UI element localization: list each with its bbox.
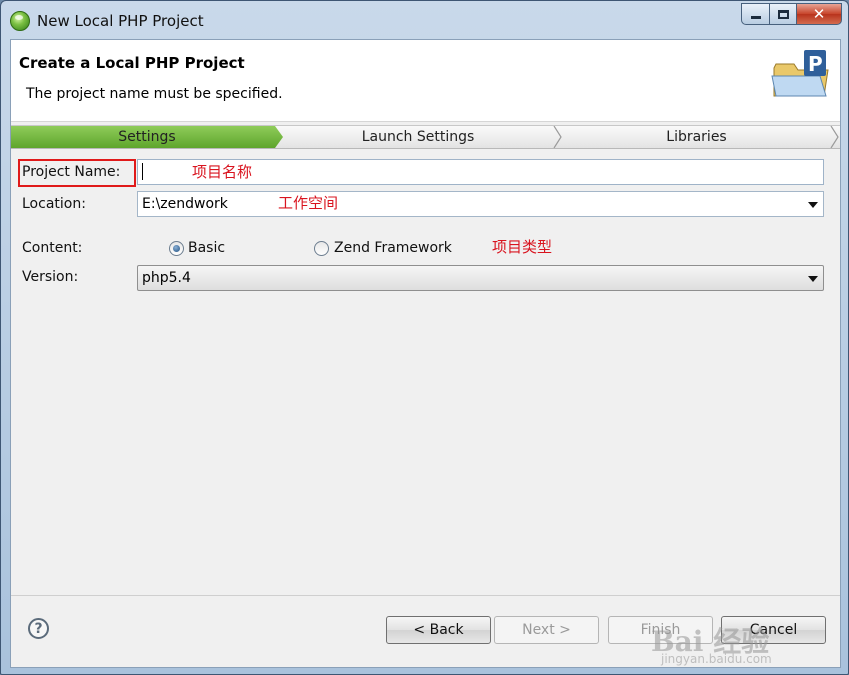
window-title: New Local PHP Project: [37, 12, 204, 30]
baidu-watermark-url: jingyan.baidu.com: [661, 652, 772, 666]
text-caret: [142, 163, 143, 180]
step-settings[interactable]: Settings: [11, 126, 283, 148]
content-basic-radio[interactable]: [169, 241, 184, 256]
help-icon[interactable]: ?: [28, 618, 49, 639]
dropdown-arrow-icon[interactable]: [808, 202, 818, 208]
maximize-button[interactable]: [769, 3, 796, 25]
content-zend-framework-label[interactable]: Zend Framework: [334, 240, 452, 256]
version-label: Version:: [22, 269, 79, 285]
back-button[interactable]: < Back: [386, 616, 491, 644]
step-launch-settings-label: Launch Settings: [361, 129, 475, 145]
version-value: php5.4: [142, 270, 191, 286]
annotation-workspace: 工作空间: [278, 194, 339, 212]
location-combo[interactable]: E:\zendwork: [137, 191, 824, 217]
window-controls: ✕: [741, 3, 842, 25]
step-settings-label: Settings: [118, 129, 176, 145]
location-label: Location:: [22, 196, 86, 212]
wizard-steps-bar: Settings Launch Settings Libraries: [11, 125, 840, 149]
zend-studio-app-icon: [10, 11, 30, 31]
location-value: E:\zendwork: [142, 196, 228, 212]
dialog-window: New Local PHP Project ✕ Create a Local P…: [0, 0, 849, 675]
step-libraries-label: Libraries: [666, 129, 727, 145]
maximize-icon: [777, 9, 789, 19]
title-bar[interactable]: New Local PHP Project ✕: [1, 1, 848, 39]
content-basic-label[interactable]: Basic: [188, 240, 225, 256]
wizard-message: The project name must be specified.: [26, 86, 283, 102]
annotation-project-type: 项目类型: [492, 238, 553, 256]
step-libraries[interactable]: Libraries: [553, 126, 840, 148]
wizard-header: Create a Local PHP Project The project n…: [11, 40, 840, 122]
next-button[interactable]: Next >: [494, 616, 599, 644]
step-launch-settings[interactable]: Launch Settings: [283, 126, 553, 148]
wizard-title: Create a Local PHP Project: [19, 54, 245, 72]
project-name-label: Project Name:: [22, 164, 121, 180]
button-bar-separator: [11, 595, 840, 596]
php-project-wizard-icon: P: [771, 50, 829, 97]
minimize-button[interactable]: [741, 3, 769, 25]
annotation-project-name: 项目名称: [192, 163, 253, 181]
svg-text:P: P: [808, 52, 823, 76]
version-select[interactable]: php5.4: [137, 265, 824, 291]
step-separator-icon: [830, 126, 839, 148]
dropdown-arrow-icon[interactable]: [808, 276, 818, 282]
content-label: Content:: [22, 240, 83, 256]
step-separator-icon: [553, 126, 562, 148]
minimize-icon: [750, 15, 761, 19]
close-button[interactable]: ✕: [796, 3, 842, 25]
dialog-client-area: Create a Local PHP Project The project n…: [10, 39, 841, 668]
close-icon: ✕: [812, 5, 826, 23]
content-zend-framework-radio[interactable]: [314, 241, 329, 256]
